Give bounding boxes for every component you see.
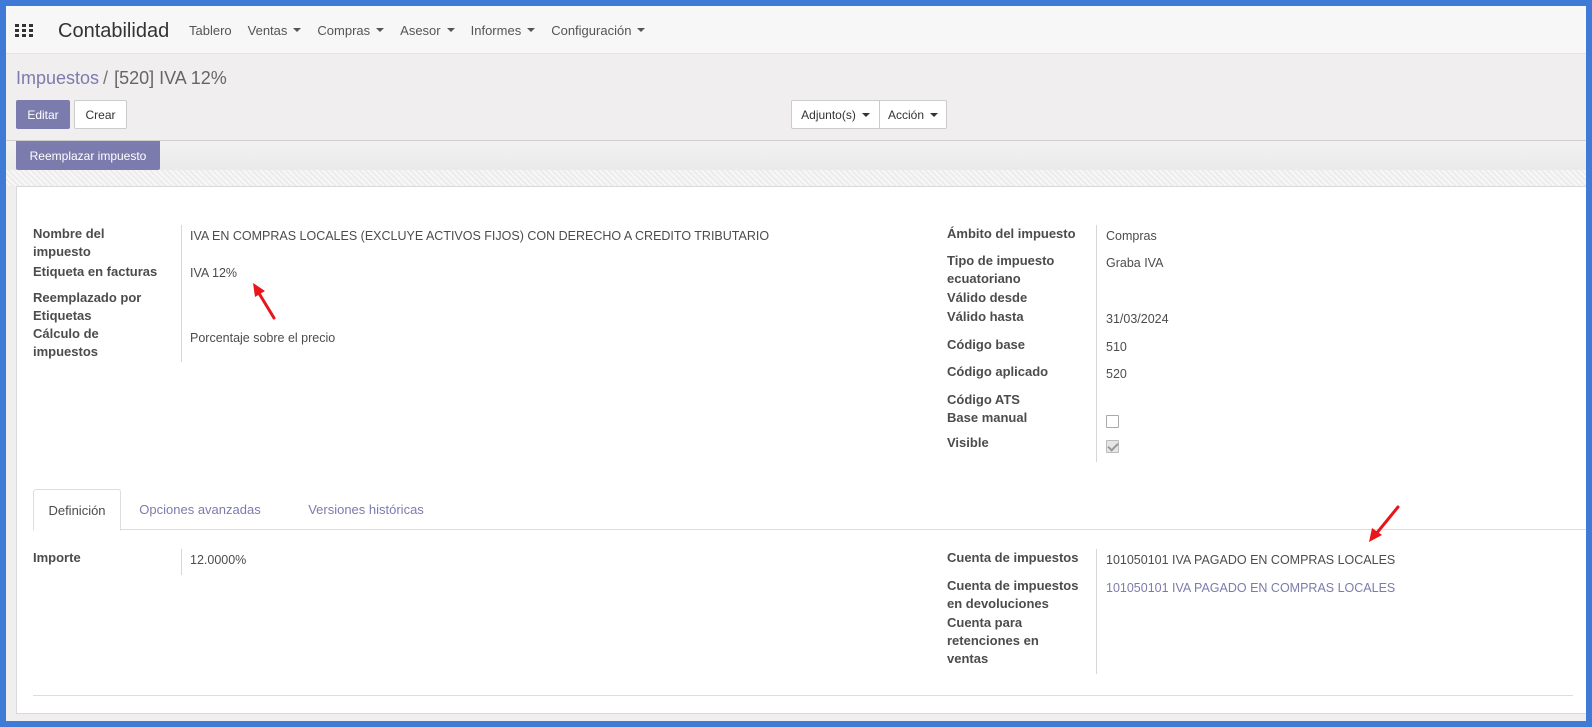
refund-account-link[interactable]: 101050101 IVA PAGADO EN COMPRAS LOCALES <box>1106 579 1395 597</box>
sheet-bottom-divider <box>33 695 1573 696</box>
manual-base-label: Base manual <box>947 410 1028 425</box>
visible-label: Visible <box>947 435 989 450</box>
form-sheet: Nombre del impuesto IVA EN COMPRAS LOCAL… <box>16 186 1586 714</box>
replace-tax-button[interactable]: Reemplazar impuesto <box>16 141 160 170</box>
breadcrumb-current: [520] IVA 12% <box>114 68 227 88</box>
tax-computation-label: Cálculo de impuestos <box>33 326 99 359</box>
refund-account-label: Cuenta de impuestos en devoluciones <box>947 578 1079 611</box>
menu-item-compras[interactable]: Compras <box>317 23 385 38</box>
caret-down-icon <box>527 28 536 32</box>
breadcrumb-parent-link[interactable]: Impuestos <box>16 68 99 88</box>
caret-down-icon <box>861 112 870 117</box>
field-divider <box>1096 225 1097 462</box>
caret-down-icon <box>446 28 455 32</box>
menu-item-asesor[interactable]: Asesor <box>400 23 455 38</box>
ats-code-label: Código ATS <box>947 392 1020 407</box>
action-label: Acción <box>887 107 925 122</box>
sheet-background <box>6 170 1586 186</box>
ec-tax-type-value[interactable]: Graba IVA <box>1106 254 1163 272</box>
amount-value[interactable]: 12.0000% <box>190 551 246 569</box>
create-button[interactable]: Crear <box>74 100 127 129</box>
action-dropdown[interactable]: Acción <box>879 100 947 129</box>
invoice-label-value[interactable]: IVA 12% <box>190 264 237 282</box>
menu-item-informes[interactable]: Informes <box>471 23 536 38</box>
annotation-arrow-icon <box>253 283 276 320</box>
caret-down-icon <box>930 112 939 117</box>
valid-from-label: Válido desde <box>947 290 1028 305</box>
ec-tax-type-label: Tipo de impuesto ecuatoriano <box>947 253 1055 286</box>
valid-to-value[interactable]: 31/03/2024 <box>1106 310 1169 328</box>
tax-name-label: Nombre del impuesto <box>33 226 105 259</box>
apps-menu-icon[interactable] <box>15 24 33 38</box>
edit-button[interactable]: Editar <box>16 100 70 129</box>
tax-scope-value[interactable]: Compras <box>1106 227 1157 245</box>
breadcrumb-separator: / <box>103 68 109 88</box>
applied-code-value[interactable]: 520 <box>1106 365 1127 383</box>
attachments-dropdown[interactable]: Adjunto(s) <box>791 100 880 129</box>
attachments-label: Adjunto(s) <box>801 107 856 122</box>
caret-down-icon <box>293 28 302 32</box>
field-divider <box>181 225 182 362</box>
breadcrumb: Impuestos / [520] IVA 12% <box>16 68 227 89</box>
annotation-arrow-icon <box>1369 505 1400 542</box>
invoice-label-label: Etiqueta en facturas <box>33 264 158 279</box>
menu-item-ventas[interactable]: Ventas <box>248 23 302 38</box>
amount-label: Importe <box>33 550 81 565</box>
sales-withholding-account-label: Cuenta para retenciones en ventas <box>947 615 1039 666</box>
top-navbar: Contabilidad Tablero Ventas Compras Ases… <box>6 6 1586 54</box>
notebook-tabs: Definición Opciones avanzadas Versiones … <box>33 489 1586 531</box>
field-divider <box>181 549 182 575</box>
tax-scope-label: Ámbito del impuesto <box>947 226 1076 241</box>
caret-down-icon <box>637 28 646 32</box>
field-divider <box>1096 549 1097 674</box>
tax-account-value[interactable]: 101050101 IVA PAGADO EN COMPRAS LOCALES <box>1106 551 1395 569</box>
base-code-label: Código base <box>947 337 1026 352</box>
tax-account-label: Cuenta de impuestos <box>947 550 1079 565</box>
tax-name-value[interactable]: IVA EN COMPRAS LOCALES (EXCLUYE ACTIVOS … <box>190 227 890 245</box>
main-menu: Tablero Ventas Compras Asesor Informes C… <box>189 6 661 54</box>
tab-opciones-avanzadas[interactable]: Opciones avanzadas <box>125 489 275 530</box>
replaced-by-label: Reemplazado por <box>33 290 142 305</box>
tab-definicion[interactable]: Definición <box>33 489 121 531</box>
menu-item-tablero[interactable]: Tablero <box>189 23 232 38</box>
tax-computation-value[interactable]: Porcentaje sobre el precio <box>190 329 335 347</box>
app-title: Contabilidad <box>58 20 170 42</box>
visible-checkbox[interactable] <box>1106 440 1119 453</box>
tab-versiones-historicas[interactable]: Versiones históricas <box>291 489 441 530</box>
menu-item-configuracion[interactable]: Configuración <box>551 23 646 38</box>
applied-code-label: Código aplicado <box>947 364 1049 379</box>
caret-down-icon <box>376 28 385 32</box>
app-window: Contabilidad Tablero Ventas Compras Ases… <box>6 6 1586 721</box>
valid-to-label: Válido hasta <box>947 309 1024 324</box>
tags-label: Etiquetas <box>33 308 92 323</box>
manual-base-checkbox[interactable] <box>1106 415 1119 428</box>
base-code-value[interactable]: 510 <box>1106 338 1127 356</box>
